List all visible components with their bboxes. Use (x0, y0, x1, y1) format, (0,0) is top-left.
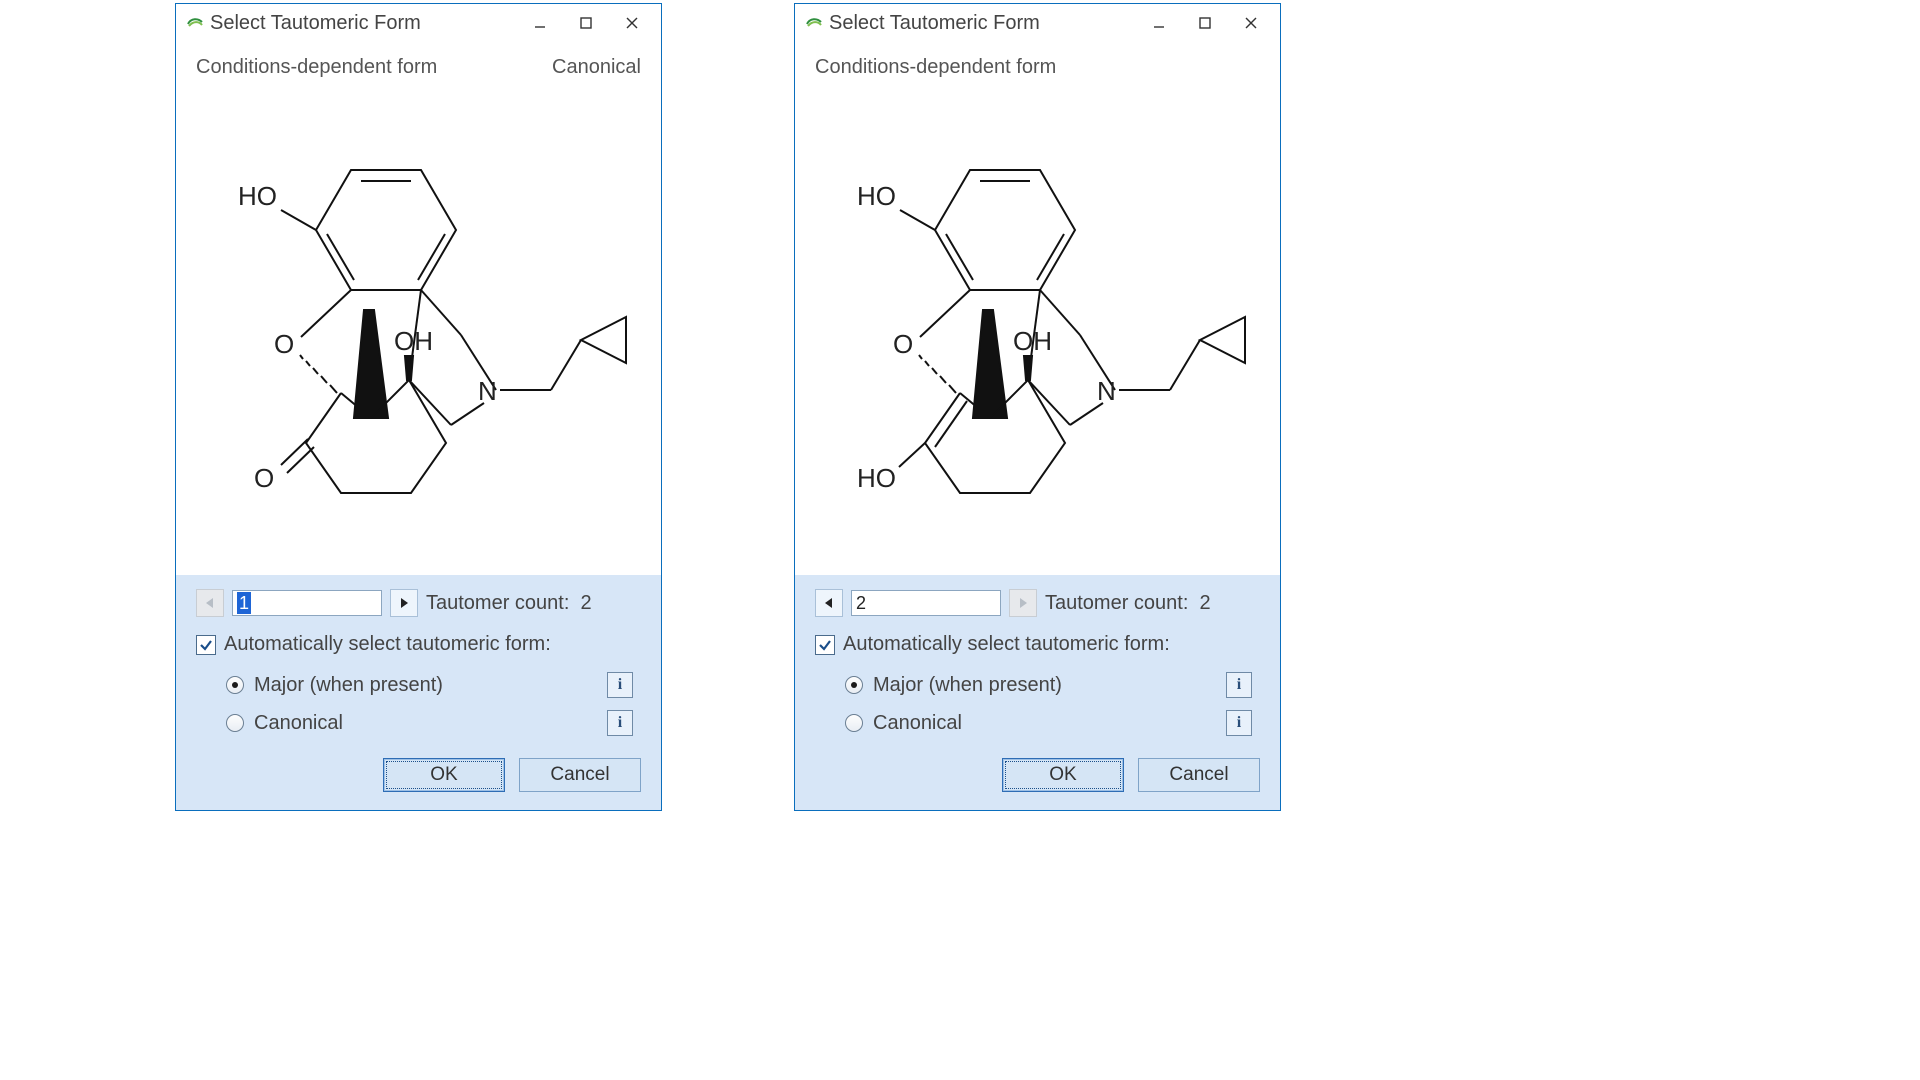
atom-HO: HO (238, 181, 277, 211)
info-canonical-button[interactable]: i (607, 710, 633, 736)
radio-major[interactable] (845, 676, 863, 694)
maximize-button[interactable] (1182, 7, 1228, 39)
close-button[interactable] (609, 7, 655, 39)
info-major-button[interactable]: i (1226, 672, 1252, 698)
atom-HO: HO (857, 181, 896, 211)
app-icon (186, 14, 204, 32)
radio-canonical-row: Canonical i (196, 704, 641, 742)
auto-select-checkbox[interactable] (196, 635, 216, 655)
auto-select-checkbox[interactable] (815, 635, 835, 655)
tautomer-index-input[interactable]: 1 (232, 590, 382, 616)
radio-canonical-label: Canonical (254, 712, 343, 735)
index-value: 2 (856, 593, 866, 613)
radio-canonical[interactable] (226, 714, 244, 732)
subheader: Conditions-dependent form Canonical (176, 42, 661, 85)
atom-N: N (1097, 376, 1116, 406)
subheader-right: Canonical (552, 56, 641, 79)
index-value: 1 (237, 592, 251, 614)
radio-major[interactable] (226, 676, 244, 694)
prev-tautomer-button[interactable] (196, 589, 224, 617)
nav-row: 1 Tautomer count: 2 (196, 589, 641, 617)
ok-button[interactable]: OK (1002, 758, 1124, 792)
close-button[interactable] (1228, 7, 1274, 39)
dialog-tautomer-left: Select Tautomeric Form Conditions-depend… (175, 3, 662, 811)
atom-O: O (893, 329, 913, 359)
tautomer-count-label: Tautomer count: 2 (426, 592, 592, 615)
auto-select-label: Automatically select tautomeric form: (224, 633, 551, 656)
prev-tautomer-button[interactable] (815, 589, 843, 617)
auto-select-row: Automatically select tautomeric form: (815, 633, 1260, 656)
minimize-button[interactable] (1136, 7, 1182, 39)
molecule-structure: HO O OH N (196, 115, 636, 495)
keto-group: O (254, 439, 314, 493)
maximize-button[interactable] (563, 7, 609, 39)
atom-O: O (274, 329, 294, 359)
radio-major-label: Major (when present) (873, 674, 1062, 697)
button-row: OK Cancel (815, 758, 1260, 792)
auto-select-row: Automatically select tautomeric form: (196, 633, 641, 656)
subheader: Conditions-dependent form (795, 42, 1280, 85)
radio-canonical-row: Canonical i (815, 704, 1260, 742)
atom-HO-enol: HO (857, 463, 896, 493)
window-title: Select Tautomeric Form (829, 12, 1040, 35)
structure-canvas[interactable]: HO O OH N (176, 85, 661, 575)
auto-select-label: Automatically select tautomeric form: (843, 633, 1170, 656)
titlebar[interactable]: Select Tautomeric Form (176, 4, 661, 42)
titlebar[interactable]: Select Tautomeric Form (795, 4, 1280, 42)
footer: 2 Tautomer count: 2 Automatically select… (795, 575, 1280, 810)
radio-canonical[interactable] (845, 714, 863, 732)
radio-major-row: Major (when present) i (196, 666, 641, 704)
app-icon (805, 14, 823, 32)
cancel-button[interactable]: Cancel (1138, 758, 1260, 792)
info-major-button[interactable]: i (607, 672, 633, 698)
subheader-left: Conditions-dependent form (196, 56, 437, 79)
atom-O-keto: O (254, 463, 274, 493)
button-row: OK Cancel (196, 758, 641, 792)
tautomer-index-input[interactable]: 2 (851, 590, 1001, 616)
nav-row: 2 Tautomer count: 2 (815, 589, 1260, 617)
atom-N: N (478, 376, 497, 406)
tautomer-count-label: Tautomer count: 2 (1045, 592, 1211, 615)
footer: 1 Tautomer count: 2 Automatically select… (176, 575, 661, 810)
structure-canvas[interactable]: HO O OH N (795, 85, 1280, 575)
cancel-button[interactable]: Cancel (519, 758, 641, 792)
radio-canonical-label: Canonical (873, 712, 962, 735)
ok-button[interactable]: OK (383, 758, 505, 792)
dialog-tautomer-right: Select Tautomeric Form Conditions-depend… (794, 3, 1281, 811)
molecule-structure: HO O OH N (815, 115, 1255, 495)
info-canonical-button[interactable]: i (1226, 710, 1252, 736)
window-title: Select Tautomeric Form (210, 12, 421, 35)
minimize-button[interactable] (517, 7, 563, 39)
radio-major-label: Major (when present) (254, 674, 443, 697)
stage: Select Tautomeric Form Conditions-depend… (0, 0, 1920, 1080)
next-tautomer-button[interactable] (1009, 589, 1037, 617)
subheader-left: Conditions-dependent form (815, 56, 1056, 79)
radio-major-row: Major (when present) i (815, 666, 1260, 704)
next-tautomer-button[interactable] (390, 589, 418, 617)
